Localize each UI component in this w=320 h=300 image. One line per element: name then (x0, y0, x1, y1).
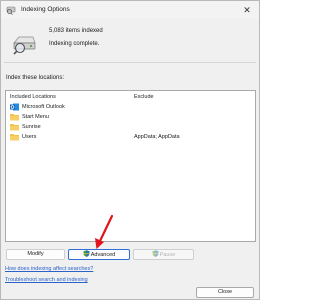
location-row-start-menu[interactable]: Start Menu (9, 113, 253, 122)
folder-icon (10, 134, 19, 141)
advanced-button[interactable]: Advanced (68, 249, 130, 260)
location-label: Start Menu (22, 114, 49, 120)
close-icon: ✕ (243, 5, 251, 15)
location-label: Sunrise (22, 124, 41, 130)
location-exclude: AppData; AppData (134, 134, 180, 140)
location-row-users[interactable]: Users AppData; AppData (9, 133, 253, 142)
modify-label: Modify (27, 251, 44, 257)
outlook-icon (10, 103, 19, 111)
modify-button[interactable]: Modify (6, 249, 65, 260)
locations-heading: Index these locations: (6, 75, 65, 81)
folder-icon (10, 124, 19, 131)
items-indexed-count: 5,083 items indexed (49, 28, 103, 34)
divider (4, 62, 256, 63)
indexing-options-window: Indexing Options ✕ 5,083 items indexed I… (0, 0, 260, 300)
column-exclude[interactable]: Exclude (134, 94, 154, 100)
close-label: Close (217, 289, 233, 295)
close-button[interactable]: Close (196, 287, 254, 298)
uac-shield-icon (83, 250, 90, 257)
column-included-locations[interactable]: Included Locations (10, 94, 56, 100)
window-close-button[interactable]: ✕ (239, 3, 255, 17)
indexing-status: Indexing complete. (49, 41, 100, 47)
how-indexing-affects-searches-link[interactable]: How does indexing affect searches? (5, 266, 93, 272)
pause-label: Pause (159, 252, 176, 258)
folder-icon (10, 114, 19, 121)
locations-list[interactable]: Included Locations Exclude Microsoft Out… (5, 90, 256, 242)
drive-search-icon (13, 36, 36, 55)
troubleshoot-search-link[interactable]: Troubleshoot search and indexing (5, 277, 88, 283)
location-label: Microsoft Outlook (22, 104, 65, 110)
location-label: Users (22, 134, 37, 140)
red-arrow-annotation (95, 214, 114, 249)
uac-shield-icon (152, 250, 159, 257)
pause-button[interactable]: Pause (133, 249, 194, 260)
title-bar: Indexing Options ✕ (1, 1, 259, 19)
advanced-label: Advanced (90, 252, 116, 258)
window-title: Indexing Options (21, 6, 70, 13)
location-row-sunrise[interactable]: Sunrise (9, 123, 253, 132)
location-row-outlook[interactable]: Microsoft Outlook (9, 103, 253, 112)
indexing-options-icon (6, 6, 16, 15)
